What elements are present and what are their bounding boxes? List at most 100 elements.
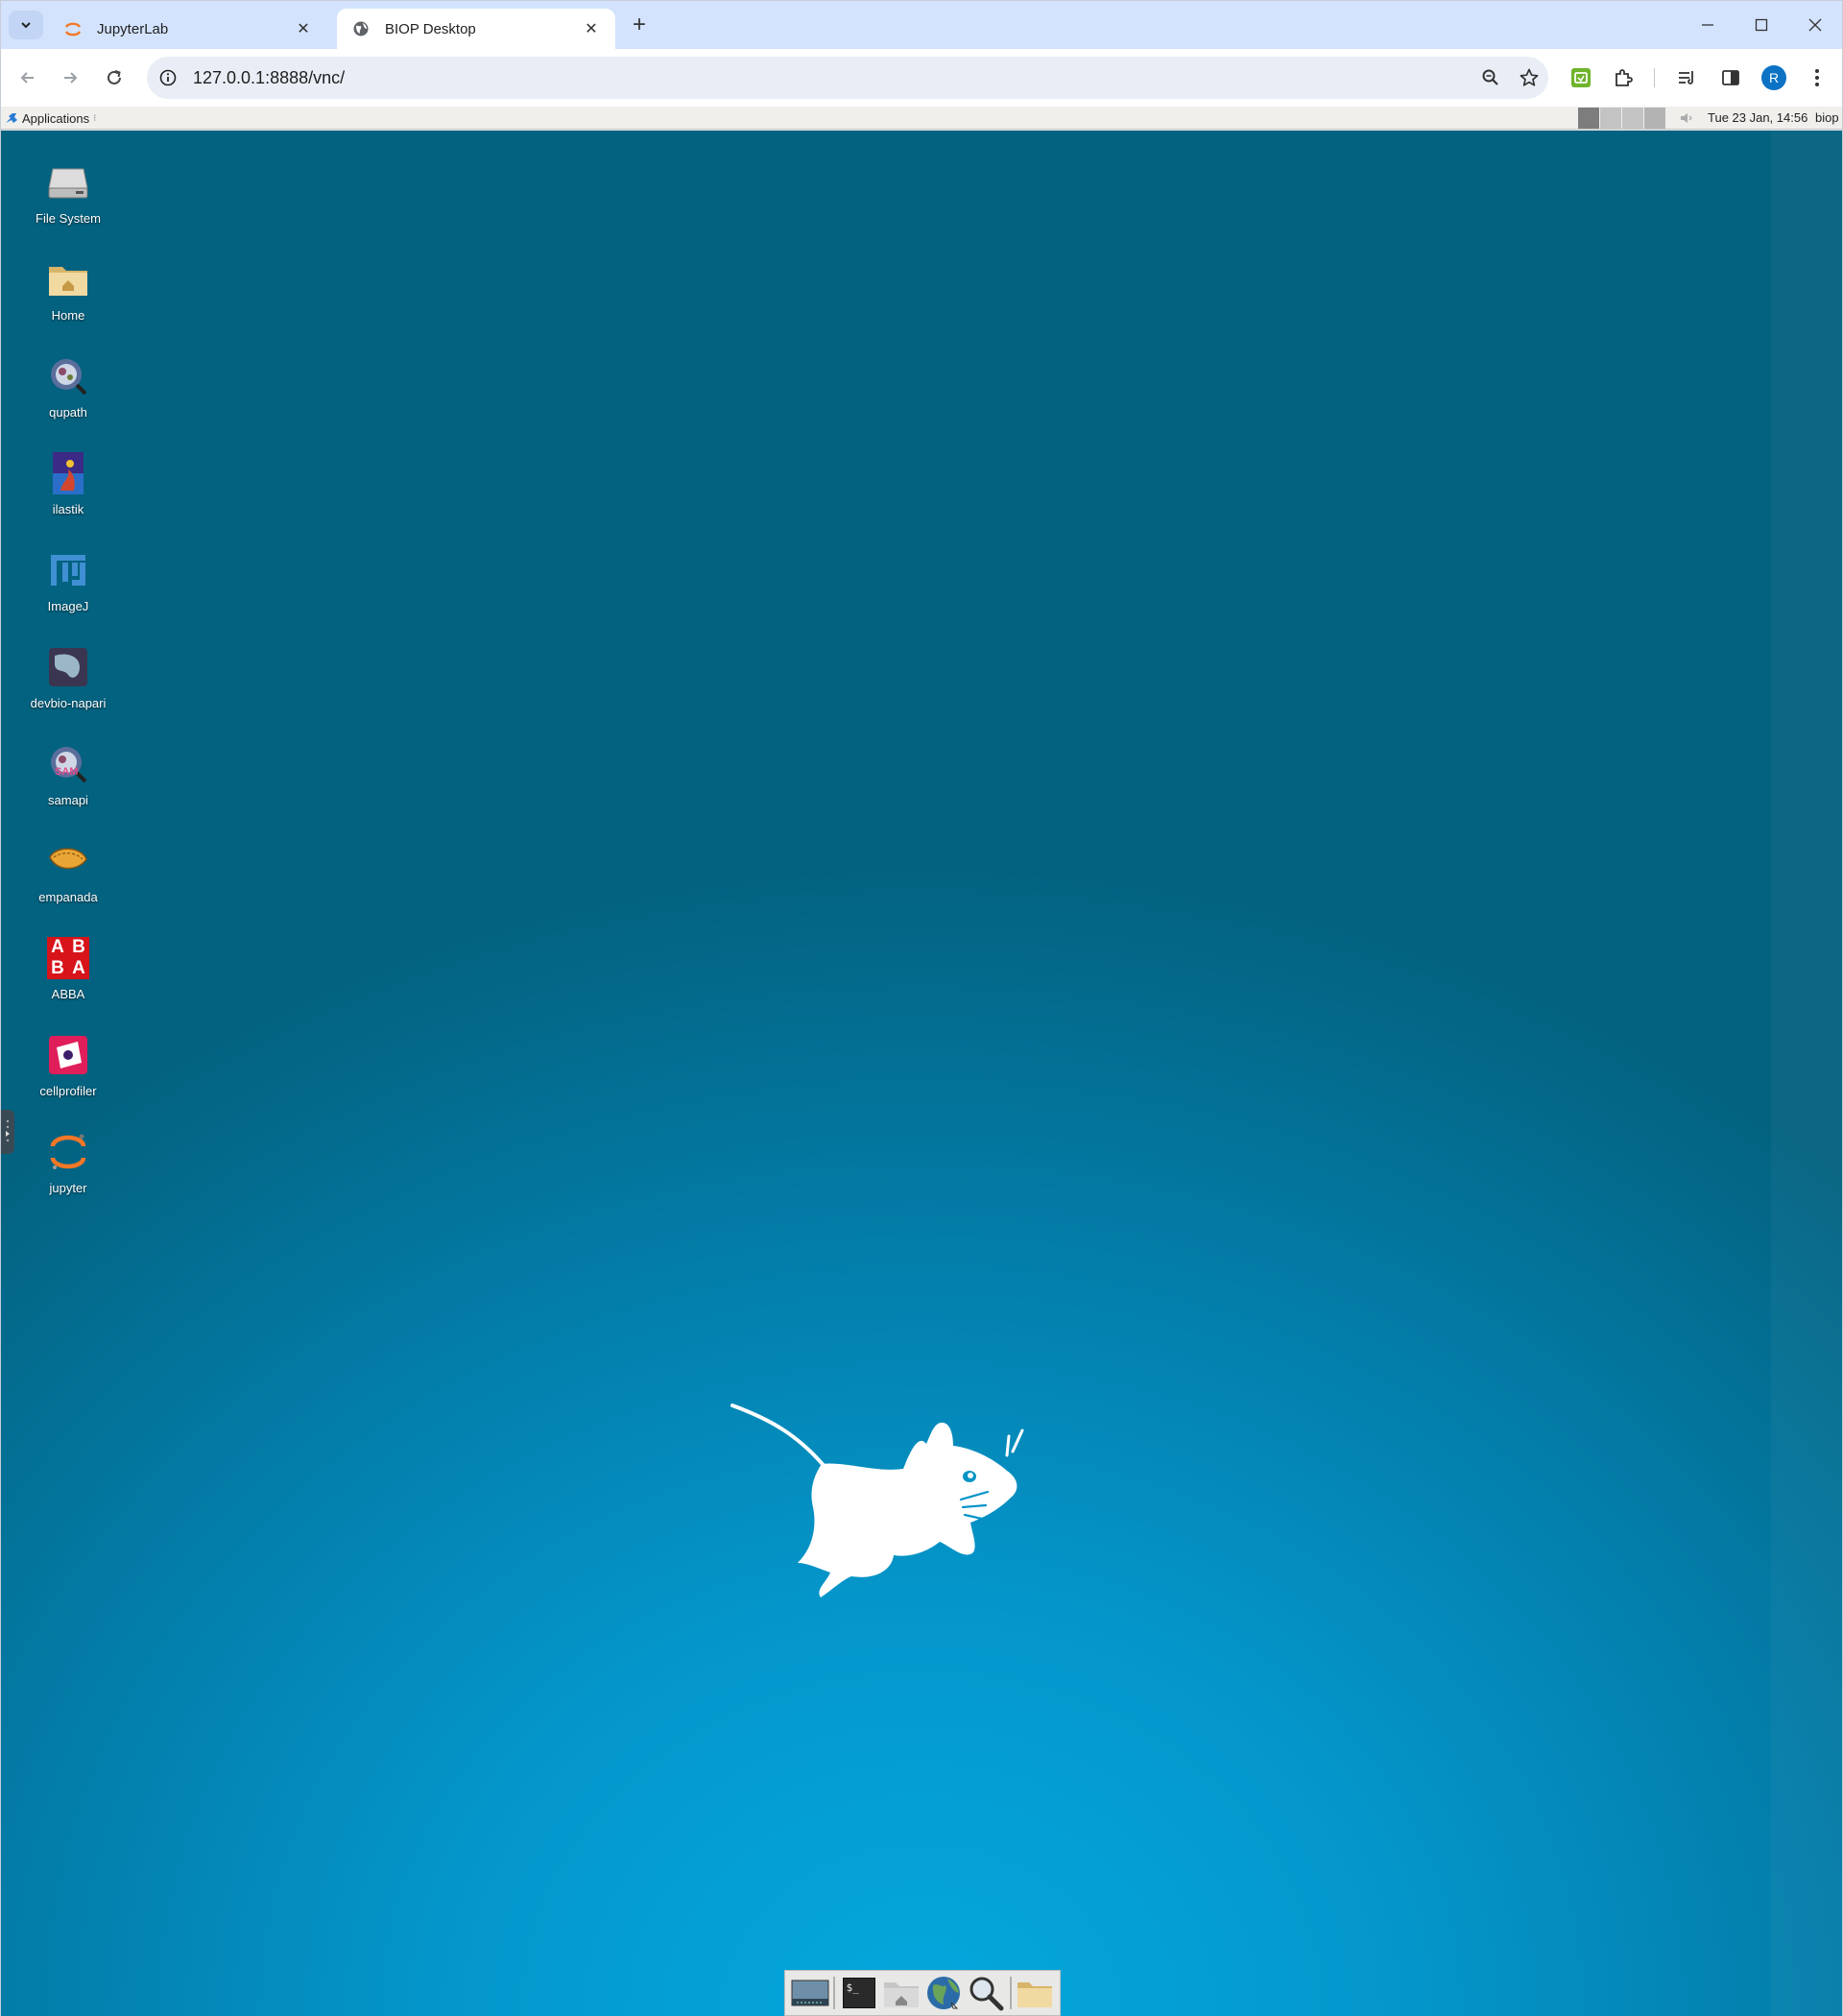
ilastik-icon <box>45 450 91 496</box>
applications-label: Applications <box>22 110 90 126</box>
more-menu-icon[interactable] <box>1804 64 1831 91</box>
side-panel-handle[interactable] <box>1 1110 14 1154</box>
jupyter-icon <box>45 1129 91 1175</box>
samapi-overlay-text: SAM <box>55 766 79 778</box>
workspace-3[interactable] <box>1622 108 1643 129</box>
site-info-icon[interactable] <box>156 66 180 89</box>
folder-icon[interactable] <box>1016 1974 1054 2012</box>
extension-green-icon[interactable] <box>1568 64 1594 91</box>
desktop-icon-home[interactable]: Home <box>16 256 120 323</box>
desktop-icon-cellprofiler[interactable]: cellprofiler <box>16 1032 120 1098</box>
panel-clock[interactable]: Tue 23 Jan, 14:56 <box>1708 110 1807 125</box>
workspace-4[interactable] <box>1644 108 1665 129</box>
abba-letter: A <box>72 958 85 978</box>
forward-button[interactable] <box>57 64 84 91</box>
desktop-icon-samapi[interactable]: SAM samapi <box>16 741 120 807</box>
desktop-icon-label: samapi <box>48 793 88 807</box>
tab-strip: JupyterLab ✕ BIOP Desktop ✕ + <box>1 1 1842 49</box>
zoom-icon[interactable] <box>1472 59 1510 97</box>
minimize-button[interactable] <box>1681 1 1735 49</box>
bookmark-star-icon[interactable] <box>1510 59 1548 97</box>
media-control-icon[interactable] <box>1673 64 1700 91</box>
tab-title: BIOP Desktop <box>385 20 476 37</box>
drive-icon <box>45 159 91 205</box>
close-icon[interactable]: ✕ <box>293 18 314 39</box>
desktop-icon-file-system[interactable]: File System <box>16 159 120 226</box>
tab-biop-desktop[interactable]: BIOP Desktop ✕ <box>337 9 615 49</box>
maximize-icon <box>1755 18 1768 32</box>
volume-icon[interactable] <box>1679 111 1694 128</box>
toolbar-divider <box>1654 68 1655 87</box>
home-folder-icon <box>45 256 91 302</box>
abba-letter: B <box>72 937 85 957</box>
xfce-top-panel: Applications ⁝ Tue 23 Jan, 14:56 biop <box>1 107 1842 130</box>
arrow-right-icon <box>64 72 78 84</box>
desktop-icon-label: jupyter <box>49 1181 87 1195</box>
napari-icon <box>45 644 91 690</box>
maximize-button[interactable] <box>1735 1 1788 49</box>
desktop-icon-label: File System <box>36 211 101 226</box>
desktop-icon-empanada[interactable]: empanada <box>16 838 120 904</box>
reload-icon <box>108 70 121 84</box>
close-icon[interactable]: ✕ <box>581 18 602 39</box>
desktop-icon-jupyter[interactable]: jupyter <box>16 1129 120 1195</box>
globe-icon <box>350 18 371 39</box>
chevron-down-icon <box>21 22 31 29</box>
desktop-icon-label: ilastik <box>52 502 84 516</box>
tab-search-button[interactable] <box>9 11 43 39</box>
url-text[interactable]: 127.0.0.1:8888/vnc/ <box>193 68 1472 88</box>
desktop-icon-qupath[interactable]: qupath <box>16 353 120 420</box>
desktop-icon-imagej[interactable]: ImageJ <box>16 547 120 613</box>
search-icon[interactable] <box>967 1974 1005 2012</box>
reload-button[interactable] <box>101 64 128 91</box>
desktop-icon-devbio-napari[interactable]: devbio-napari <box>16 644 120 710</box>
desktop-icon-label: cellprofiler <box>39 1084 97 1098</box>
desktop-icon-label: empanada <box>38 890 98 904</box>
jupyter-icon <box>62 18 84 39</box>
web-browser-icon[interactable] <box>924 1974 963 2012</box>
cellprofiler-icon <box>45 1032 91 1078</box>
desktop-icon-label: ImageJ <box>47 599 89 613</box>
dock-separator <box>833 1977 836 2009</box>
applications-menu[interactable]: Applications ⁝ <box>5 108 96 128</box>
desktop-icon-ilastik[interactable]: ilastik <box>16 450 120 516</box>
back-button[interactable] <box>14 64 41 91</box>
extensions-puzzle-icon[interactable] <box>1610 64 1637 91</box>
desktop-area[interactable]: File System Home qupath ilastik ImageJ d… <box>1 131 1842 2016</box>
panel-user[interactable]: biop <box>1815 110 1839 125</box>
xfce-logo-icon <box>6 113 17 123</box>
desktop-icon-label: devbio-napari <box>30 696 107 710</box>
minimize-icon <box>1702 24 1713 26</box>
desktop-icon-label: Home <box>51 308 85 323</box>
desktop-icon-label: ABBA <box>51 987 85 1001</box>
abba-icon: A B B A <box>45 935 91 981</box>
dock-separator <box>1009 1977 1012 2009</box>
side-panel-icon[interactable] <box>1717 64 1744 91</box>
grip-icon <box>6 1119 10 1142</box>
tab-title: JupyterLab <box>97 20 169 37</box>
show-desktop-icon[interactable] <box>791 1974 829 2012</box>
browser-toolbar: 127.0.0.1:8888/vnc/ R <box>1 49 1842 107</box>
qupath-icon <box>45 353 91 399</box>
abba-letter: A <box>51 937 64 957</box>
empanada-icon <box>45 838 91 884</box>
workspace-1[interactable] <box>1578 108 1599 129</box>
workspace-2[interactable] <box>1600 108 1621 129</box>
new-tab-button[interactable]: + <box>627 12 652 37</box>
desktop-icon-abba[interactable]: A B B A ABBA <box>16 935 120 1001</box>
browser-window: JupyterLab ✕ BIOP Desktop ✕ + 127.0.0.1:… <box>0 0 1843 2016</box>
address-bar[interactable]: 127.0.0.1:8888/vnc/ <box>147 57 1548 99</box>
profile-avatar[interactable]: R <box>1761 65 1786 90</box>
home-icon[interactable] <box>882 1974 921 2012</box>
desktop-icon-label: qupath <box>49 405 87 420</box>
close-icon <box>1808 18 1822 32</box>
desktop-right-strip <box>1771 131 1842 2016</box>
tab-jupyterlab[interactable]: JupyterLab ✕ <box>49 9 327 49</box>
close-window-button[interactable] <box>1788 1 1842 49</box>
arrow-left-icon <box>20 72 34 84</box>
panel-handle-icon: ⁝ <box>93 112 97 124</box>
bottom-dock: $_ <box>784 1970 1061 2016</box>
xfce-mouse-logo <box>730 1404 1024 1597</box>
terminal-icon[interactable]: $_ <box>840 1974 878 2012</box>
samapi-icon: SAM <box>45 741 91 787</box>
